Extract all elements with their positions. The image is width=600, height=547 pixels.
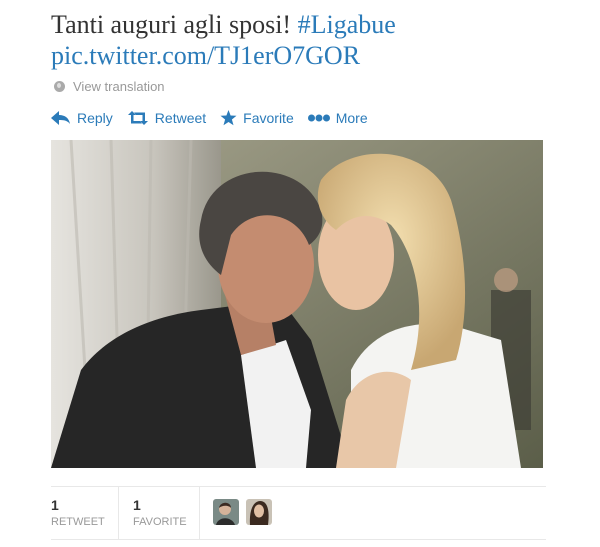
view-translation-label: View translation: [73, 79, 165, 94]
reply-icon: [51, 111, 70, 125]
tweet-text: Tanti auguri agli sposi! #Ligabue pic.tw…: [51, 9, 591, 71]
retweet-count: 1: [51, 497, 59, 513]
tweet-body: Tanti auguri agli sposi!: [51, 10, 298, 39]
globe-icon: [54, 81, 65, 92]
avatar[interactable]: [246, 499, 272, 525]
more-label: More: [335, 110, 368, 126]
photo-illustration: [51, 140, 543, 468]
more-button[interactable]: More: [307, 110, 368, 126]
reply-button[interactable]: Reply: [51, 110, 113, 126]
pic-link[interactable]: pic.twitter.com/TJ1erO7GOR: [51, 41, 360, 70]
star-icon: [220, 110, 237, 126]
avatar-image: [213, 499, 239, 525]
avatar-image: [246, 499, 272, 525]
tweet-actions: Reply Retweet Favorite More: [51, 110, 382, 126]
tweet-stats: 1 RETWEET 1 FAVORITE: [51, 486, 546, 540]
retweet-stat-label: RETWEET: [51, 516, 105, 528]
favorite-label: Favorite: [243, 110, 294, 126]
favorite-count: 1: [133, 497, 141, 513]
favorite-stat[interactable]: 1 FAVORITE: [133, 487, 199, 539]
more-dots-icon: [307, 114, 330, 122]
retweet-button[interactable]: Retweet: [127, 110, 206, 126]
hashtag-link[interactable]: #Ligabue: [298, 10, 396, 39]
tweet-photo[interactable]: [51, 140, 543, 468]
reply-label: Reply: [77, 110, 113, 126]
retweet-stat[interactable]: 1 RETWEET: [51, 487, 118, 539]
view-translation[interactable]: View translation: [54, 79, 165, 94]
retweet-label: Retweet: [154, 110, 207, 126]
avatar[interactable]: [213, 499, 239, 525]
stat-divider: [118, 487, 119, 539]
favorite-stat-label: FAVORITE: [133, 516, 187, 528]
favorite-button[interactable]: Favorite: [220, 110, 294, 126]
retweet-icon: [127, 111, 148, 125]
stat-divider: [199, 487, 200, 539]
